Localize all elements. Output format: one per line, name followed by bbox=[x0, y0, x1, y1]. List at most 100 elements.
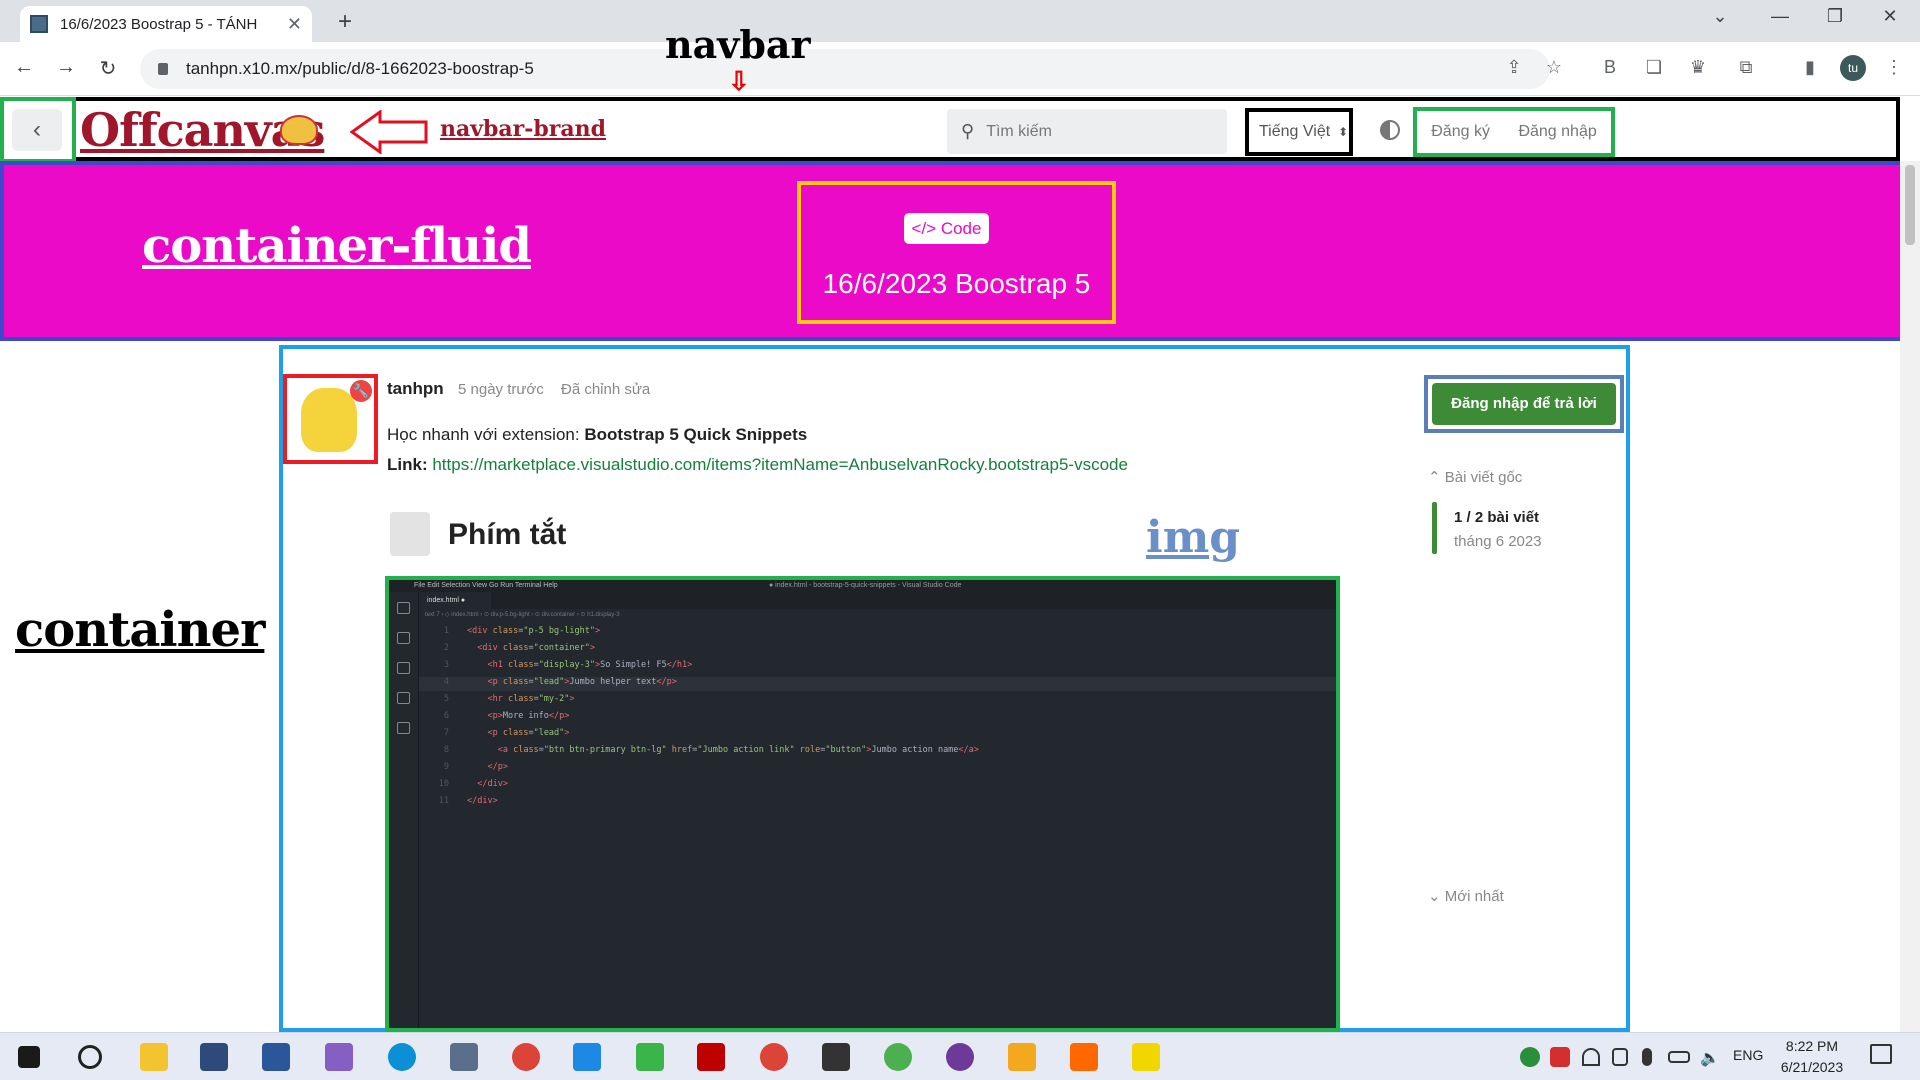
code-line-number: 9 bbox=[443, 762, 449, 772]
system-clock[interactable]: 8:22 PM 6/21/2023 bbox=[1770, 1036, 1854, 1078]
timeline-post-count: 1 / 2 bài viết bbox=[1454, 509, 1540, 526]
minimize-button[interactable]: — bbox=[1760, 6, 1800, 27]
vscode-icon[interactable] bbox=[573, 1043, 601, 1071]
login-link[interactable]: Đăng nhập bbox=[1518, 123, 1596, 141]
sticky-notes-icon[interactable] bbox=[1132, 1043, 1160, 1071]
clock-time: 8:22 PM bbox=[1785, 1038, 1839, 1054]
original-post-link[interactable]: ⌃ Bài viết gốc bbox=[1428, 468, 1522, 486]
link-label: Link: bbox=[387, 455, 433, 474]
search-icon[interactable] bbox=[78, 1045, 102, 1069]
extension-copy-icon[interactable]: ❏ bbox=[1640, 57, 1668, 78]
run-debug-icon bbox=[397, 692, 410, 704]
notification-center-icon[interactable] bbox=[1870, 1044, 1892, 1064]
latest-post-link[interactable]: ⌄ Mới nhất bbox=[1428, 887, 1504, 905]
code-line-number: 6 bbox=[443, 711, 449, 721]
camera-icon[interactable] bbox=[1612, 1048, 1628, 1066]
lock-icon bbox=[158, 63, 168, 75]
address-bar[interactable]: tanhpn.x10.mx/public/d/8-1662023-boostra… bbox=[140, 49, 1550, 89]
back-button[interactable]: ← bbox=[10, 56, 38, 79]
battery-icon[interactable] bbox=[1668, 1051, 1690, 1063]
extension-crown-icon[interactable]: ♛ bbox=[1684, 57, 1712, 78]
code-line-number: 5 bbox=[443, 694, 449, 704]
register-link[interactable]: Đăng ký bbox=[1431, 123, 1490, 141]
annotation-navbar: navbar bbox=[665, 22, 811, 67]
filezilla-icon[interactable] bbox=[697, 1043, 725, 1071]
share-icon[interactable]: ⇪ bbox=[1500, 57, 1528, 78]
auth-links: Đăng ký Đăng nhập bbox=[1413, 107, 1615, 157]
extension-b-icon[interactable]: B bbox=[1596, 57, 1624, 78]
post-image[interactable]: File Edit Selection View Go Run Terminal… bbox=[385, 576, 1340, 1032]
search-placeholder: Tìm kiếm bbox=[986, 122, 1052, 140]
mi-icon[interactable] bbox=[1070, 1043, 1098, 1071]
browser-toolbar: ← → ↻ tanhpn.x10.mx/public/d/8-1662023-b… bbox=[0, 42, 1920, 96]
annotation-down-arrow-icon: ⇩ bbox=[728, 66, 750, 96]
github-icon[interactable] bbox=[946, 1043, 974, 1071]
volume-icon[interactable]: 🔈 bbox=[1700, 1048, 1720, 1067]
code-line-number: 3 bbox=[443, 660, 449, 670]
post-link-line: Link: https://marketplace.visualstudio.c… bbox=[387, 455, 1128, 475]
timeline-scrubber-handle[interactable] bbox=[1432, 502, 1437, 554]
post-time[interactable]: 5 ngày trước bbox=[458, 381, 544, 398]
post-author[interactable]: tanhpn bbox=[387, 379, 444, 399]
chrome-profile-icon[interactable] bbox=[760, 1043, 788, 1071]
code-line: <div class="p-5 bg-light"> bbox=[467, 626, 601, 636]
code-line: <hr class="my-2"> bbox=[487, 694, 575, 704]
sublime-icon[interactable] bbox=[1008, 1043, 1036, 1071]
theme-toggle-icon[interactable] bbox=[1380, 120, 1400, 140]
visual-studio-icon[interactable] bbox=[325, 1043, 353, 1071]
forward-button[interactable]: → bbox=[52, 56, 80, 79]
profile-avatar[interactable]: tu bbox=[1840, 55, 1866, 81]
word-icon[interactable] bbox=[262, 1043, 290, 1071]
menu-kebab-icon[interactable]: ⋮ bbox=[1880, 57, 1908, 78]
edge-icon[interactable] bbox=[388, 1043, 416, 1071]
chrome-icon[interactable] bbox=[512, 1043, 540, 1071]
duck-avatar-icon bbox=[301, 388, 357, 452]
app-icon[interactable] bbox=[450, 1043, 478, 1071]
restore-button[interactable]: ❐ bbox=[1815, 6, 1855, 27]
latest-label: Mới nhất bbox=[1444, 888, 1504, 905]
bookmark-star-icon[interactable]: ☆ bbox=[1540, 57, 1568, 78]
code-line: <a class="btn btn-primary btn-lg" href="… bbox=[497, 745, 979, 755]
code-tag-badge[interactable]: </> Code bbox=[904, 213, 989, 244]
clock-date: 6/21/2023 bbox=[1780, 1059, 1844, 1075]
tab-title: 16/6/2023 Boostrap 5 - TÁNH bbox=[60, 15, 258, 33]
timeline-date: tháng 6 2023 bbox=[1454, 533, 1542, 550]
terminal-icon[interactable] bbox=[822, 1043, 850, 1071]
devcpp-icon[interactable] bbox=[200, 1043, 228, 1071]
vscode-tab-bar: index.html ● bbox=[419, 592, 1336, 609]
search-icon: ⚲ bbox=[961, 121, 975, 141]
tab-search-icon[interactable]: ⌄ bbox=[1700, 6, 1740, 27]
author-avatar[interactable]: 🔧 bbox=[283, 374, 378, 464]
marketplace-link[interactable]: https://marketplace.visualstudio.com/ite… bbox=[432, 455, 1128, 474]
code-line-number: 4 bbox=[443, 677, 449, 687]
scrollbar-thumb[interactable] bbox=[1905, 165, 1915, 245]
windows-start-icon[interactable] bbox=[18, 1046, 40, 1068]
annotation-container: container bbox=[15, 602, 265, 658]
language-select[interactable]: Tiếng Việt ⬍ bbox=[1245, 108, 1353, 156]
sourcetree-icon[interactable] bbox=[636, 1043, 664, 1071]
wifi-icon[interactable] bbox=[1582, 1048, 1600, 1066]
post-edited[interactable]: Đã chỉnh sửa bbox=[561, 381, 650, 398]
network-globe-icon[interactable] bbox=[1520, 1047, 1540, 1067]
new-tab-button[interactable]: + bbox=[330, 9, 360, 37]
vscode-file-tab: index.html ● bbox=[419, 592, 491, 609]
page-scrollbar[interactable] bbox=[1900, 161, 1920, 1032]
extensions-puzzle-icon[interactable]: ⧉ bbox=[1732, 57, 1760, 78]
login-to-reply-button[interactable]: Đăng nhập để trả lời bbox=[1432, 383, 1616, 425]
close-window-button[interactable]: ✕ bbox=[1870, 6, 1910, 27]
annotation-navbar-brand: navbar-brand bbox=[440, 116, 606, 142]
search-input[interactable]: ⚲ Tìm kiếm bbox=[947, 109, 1227, 154]
post-text-line: Học nhanh với extension: Bootstrap 5 Qui… bbox=[387, 425, 807, 445]
browser-tab[interactable]: 16/6/2023 Boostrap 5 - TÁNH ✕ bbox=[20, 6, 312, 42]
post-text-prefix: Học nhanh với extension: bbox=[387, 425, 585, 444]
mongodb-icon[interactable] bbox=[884, 1043, 912, 1071]
input-language[interactable]: ENG bbox=[1733, 1047, 1763, 1063]
microphone-icon[interactable] bbox=[1642, 1048, 1652, 1066]
close-tab-icon[interactable]: ✕ bbox=[287, 14, 302, 35]
wrench-badge-icon: 🔧 bbox=[350, 380, 372, 402]
vivaldi-tray-icon[interactable] bbox=[1550, 1047, 1570, 1067]
side-panel-icon[interactable]: ▮ bbox=[1796, 57, 1824, 78]
file-explorer-icon[interactable] bbox=[140, 1043, 168, 1071]
offcanvas-toggle-button[interactable]: ‹ bbox=[0, 97, 76, 163]
reload-button[interactable]: ↻ bbox=[94, 56, 122, 81]
